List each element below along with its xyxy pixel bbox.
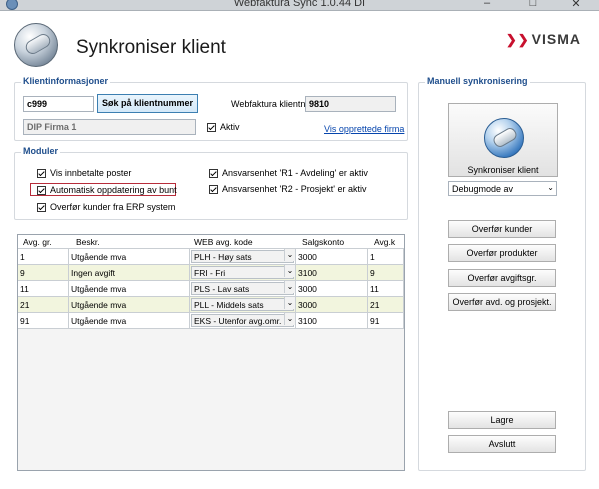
transfer-products-button[interactable]: Overfør produkter (448, 244, 556, 262)
minimize-icon[interactable]: – (480, 0, 494, 9)
save-button[interactable]: Lagre (448, 411, 556, 429)
sync-client-label: Synkroniser klient (467, 165, 539, 175)
cell-avgk[interactable]: 21 (368, 297, 404, 313)
chevron-down-icon[interactable]: ⌄ (284, 249, 295, 261)
window-title: Webfaktura Sync 1.0.44 DI (233, 0, 366, 9)
visma-logo: ❯❯ VISMA (505, 31, 581, 47)
cell-avgk[interactable]: 91 (368, 313, 404, 329)
chevron-down-icon[interactable]: ⌄ (284, 281, 295, 293)
chevron-down-icon[interactable]: ⌄ (284, 297, 295, 309)
column-header[interactable]: Salgskonto (302, 237, 344, 247)
grid-header: Avg. gr. Beskr. WEB avg. kode Salgskonto… (18, 235, 404, 249)
cell-account[interactable]: 3000 (296, 281, 368, 297)
checkbox-icon (209, 184, 218, 194)
firm-name-field: DIP Firma 1 (23, 119, 196, 135)
search-client-button[interactable]: Søk på klientnummer (97, 94, 198, 113)
cell-group[interactable]: 9 (18, 265, 69, 281)
cell-avgk[interactable]: 1 (368, 249, 404, 265)
vat-code-combo[interactable]: PLS - Lav sats ⌄ (190, 281, 296, 297)
cell-group[interactable]: 11 (18, 281, 69, 297)
checkbox-icon (37, 168, 46, 178)
close-icon[interactable]: ✕ (569, 0, 583, 10)
cell-account[interactable]: 3000 (296, 297, 368, 313)
table-row[interactable]: 91 Utgående mva EKS - Utenfor avg.omr. ⌄ … (18, 313, 404, 329)
vat-code-combo[interactable]: PLH - Høy sats ⌄ (190, 249, 296, 265)
cell-group[interactable]: 21 (18, 297, 69, 313)
cell-avgk[interactable]: 9 (368, 265, 404, 281)
maximize-icon[interactable]: □ (526, 0, 540, 9)
module-checkbox-transfer-customers[interactable]: Overfør kunder fra ERP system (37, 202, 175, 212)
module-checkbox-r2[interactable]: Ansvarsenhet 'R2 - Prosjekt' er aktiv (209, 184, 367, 194)
sync-icon (484, 118, 524, 158)
modules-title: Moduler (21, 146, 60, 156)
transfer-customers-button[interactable]: Overfør kunder (448, 220, 556, 238)
webfaktura-label: Webfaktura klientnr. (231, 99, 311, 109)
vat-code-combo[interactable]: EKS - Utenfor avg.omr. ⌄ (190, 313, 296, 329)
show-firms-link[interactable]: Vis opprettede firma (324, 124, 404, 134)
column-header[interactable]: Avg. gr. (23, 237, 52, 247)
checkbox-icon (207, 122, 216, 132)
cell-desc[interactable]: Utgående mva (69, 281, 190, 297)
chevron-down-icon: ⌄ (547, 183, 554, 192)
webfaktura-number-field: 9810 (305, 96, 396, 112)
vat-grid[interactable]: Avg. gr. Beskr. WEB avg. kode Salgskonto… (17, 234, 405, 471)
cell-desc[interactable]: Utgående mva (69, 249, 190, 265)
vat-code-combo[interactable]: FRI - Fri ⌄ (190, 265, 296, 281)
client-info-title: Klientinformasjoner (21, 76, 111, 86)
table-row[interactable]: 21 Utgående mva PLL - Middels sats ⌄ 3000… (18, 297, 404, 313)
module-checkbox-r1[interactable]: Ansvarsenhet 'R1 - Avdeling' er aktiv (209, 168, 368, 178)
exit-button[interactable]: Avslutt (448, 435, 556, 453)
cell-avgk[interactable]: 11 (368, 281, 404, 297)
cell-group[interactable]: 1 (18, 249, 69, 265)
table-row[interactable]: 9 Ingen avgift FRI - Fri ⌄ 3100 9 (18, 265, 404, 281)
module-checkbox-paid-items[interactable]: Vis innbetalte poster (37, 168, 131, 178)
chevron-down-icon[interactable]: ⌄ (284, 313, 295, 325)
table-row[interactable]: 1 Utgående mva PLH - Høy sats ⌄ 3000 1 (18, 249, 404, 265)
page-title: Synkroniser klient (76, 37, 226, 58)
checkbox-icon (209, 168, 218, 178)
debug-mode-select[interactable]: Debugmode av ⌄ (448, 181, 557, 196)
chevron-down-icon[interactable]: ⌄ (284, 265, 295, 277)
title-bar: Webfaktura Sync 1.0.44 DI – □ ✕ (0, 0, 599, 11)
column-header[interactable]: Avg.k (374, 237, 395, 247)
header: Synkroniser klient ❯❯ VISMA (0, 11, 599, 71)
cell-desc[interactable]: Utgående mva (69, 313, 190, 329)
cell-account[interactable]: 3100 (296, 313, 368, 329)
sync-logo-icon (14, 23, 58, 67)
module-checkbox-auto-update[interactable]: Automatisk oppdatering av bunt (37, 185, 177, 195)
cell-desc[interactable]: Utgående mva (69, 297, 190, 313)
cell-desc[interactable]: Ingen avgift (69, 265, 190, 281)
checkbox-icon (37, 185, 46, 195)
table-row[interactable]: 11 Utgående mva PLS - Lav sats ⌄ 3000 11 (18, 281, 404, 297)
column-header[interactable]: WEB avg. kode (194, 237, 253, 247)
cell-account[interactable]: 3000 (296, 249, 368, 265)
cell-account[interactable]: 3100 (296, 265, 368, 281)
cell-group[interactable]: 91 (18, 313, 69, 329)
vat-code-combo[interactable]: PLL - Middels sats ⌄ (190, 297, 296, 313)
active-checkbox[interactable]: Aktiv (207, 122, 240, 132)
visma-chevron-icon: ❯❯ (505, 32, 530, 47)
column-header[interactable]: Beskr. (76, 237, 100, 247)
transfer-vat-groups-button[interactable]: Overfør avgiftsgr. (448, 269, 556, 287)
manual-sync-title: Manuell synkronisering (425, 76, 530, 86)
client-number-input[interactable]: c999 (23, 96, 94, 112)
transfer-dept-project-button[interactable]: Overfør avd. og prosjekt. (448, 293, 556, 311)
checkbox-icon (37, 202, 46, 212)
